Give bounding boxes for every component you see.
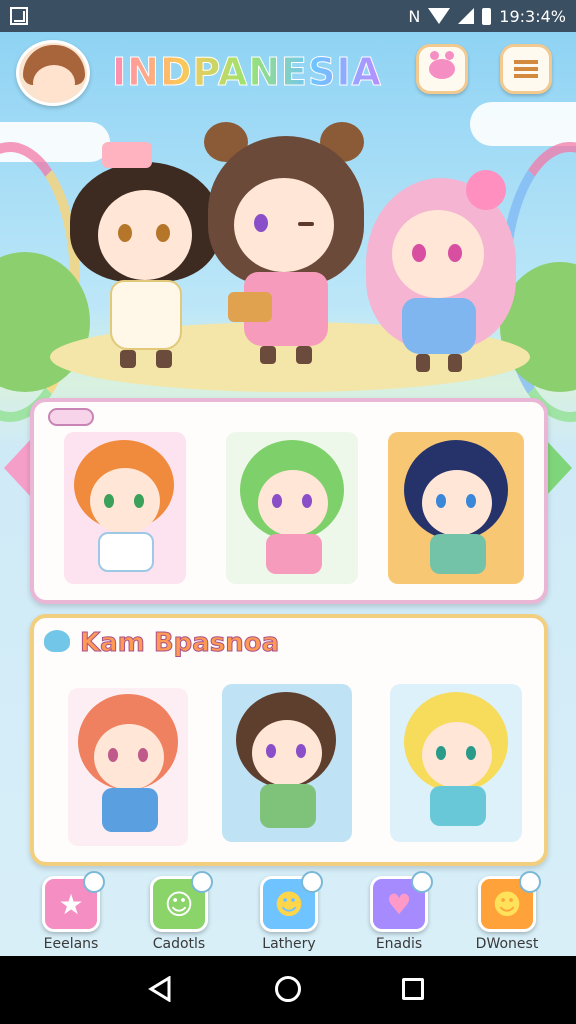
- team-card-title: Kam Bpasnoa: [79, 628, 280, 659]
- nav-item-cadotls[interactable]: ☺ Cadotls: [134, 871, 224, 952]
- heart-icon: [44, 630, 70, 652]
- status-bar: N 19:3:4%: [0, 0, 576, 32]
- nav-label: Lathery: [262, 936, 316, 952]
- nav-label: Enadis: [375, 936, 423, 952]
- paw-icon: [429, 51, 455, 79]
- team-member-tile-1[interactable]: [68, 688, 188, 846]
- team-member-tile-2[interactable]: [222, 684, 352, 842]
- cat-icon: ☺: [150, 871, 213, 932]
- nav-label: Cadotls: [152, 936, 206, 952]
- team-member-tile-3[interactable]: [390, 684, 522, 842]
- nav-item-dwonest[interactable]: ☻ DWonest: [462, 871, 552, 952]
- bottom-nav: ★ Eeelans ☺ Cadotls ☻ Lathery ♥ Enadis ☻…: [0, 868, 576, 956]
- character-tile-3[interactable]: [388, 432, 524, 584]
- battery-icon: [482, 7, 492, 25]
- paw-button[interactable]: [416, 44, 468, 94]
- signal-icon: [458, 8, 475, 24]
- app-header: INDPANESIA: [0, 32, 576, 112]
- system-nav-bar: [0, 956, 576, 1024]
- carousel-prev-arrow-icon[interactable]: [4, 440, 30, 496]
- nav-label: DWonest: [475, 936, 539, 952]
- hero-character-2[interactable]: [200, 122, 370, 372]
- nav-label: Eeelans: [43, 936, 99, 952]
- nav-item-eeelans[interactable]: ★ Eeelans: [26, 871, 116, 952]
- back-icon[interactable]: [148, 976, 172, 1002]
- menu-button[interactable]: [500, 44, 552, 94]
- carousel-next-arrow-icon[interactable]: [546, 440, 572, 496]
- status-time: 19:3:4%: [499, 6, 566, 26]
- nav-item-lathery[interactable]: ☻ Lathery: [244, 871, 334, 952]
- status-icons: N 19:3:4%: [408, 7, 566, 26]
- smiley-icon: ☻: [260, 871, 323, 932]
- recent-apps-icon[interactable]: [402, 978, 424, 1000]
- heart-icon: ♥: [370, 871, 433, 932]
- nav-item-enadis[interactable]: ♥ Enadis: [354, 871, 444, 952]
- player-avatar[interactable]: [16, 40, 90, 106]
- menu-icon: [514, 60, 538, 78]
- home-icon[interactable]: [275, 976, 301, 1002]
- notification-icon: [10, 7, 28, 25]
- nfc-icon: N: [408, 6, 421, 26]
- card-badge: [48, 408, 94, 426]
- hero-character-3[interactable]: [366, 162, 516, 372]
- app-title: INDPANESIA: [112, 50, 382, 95]
- character-tile-2[interactable]: [226, 432, 358, 584]
- hero-character-1[interactable]: [70, 142, 220, 372]
- character-tile-1[interactable]: [64, 432, 186, 584]
- character-carousel-card: [30, 398, 548, 604]
- team-card: Kam Bpasnoa: [30, 614, 548, 866]
- wifi-icon: [428, 8, 451, 24]
- star-icon: ★: [42, 871, 105, 932]
- smiley-icon: ☻: [478, 871, 541, 932]
